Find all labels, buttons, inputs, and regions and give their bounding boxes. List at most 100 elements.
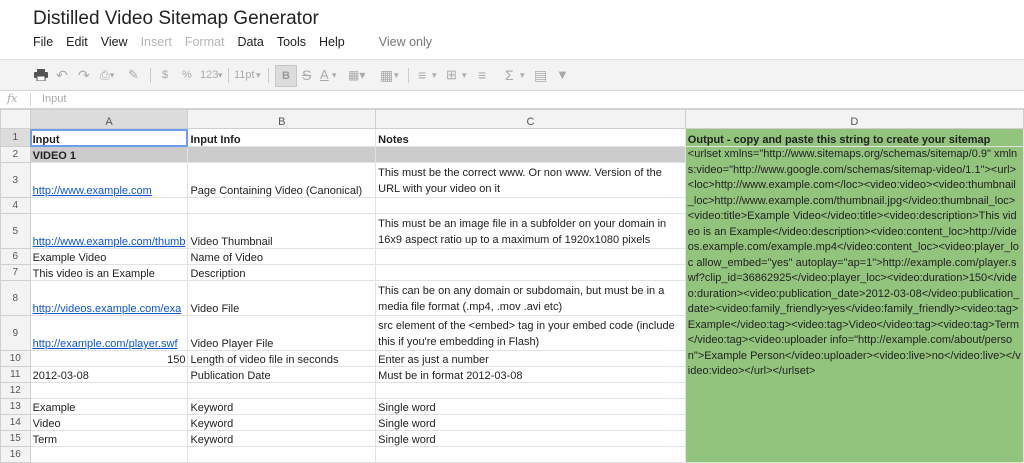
cell-a9[interactable]: http://example.com/player.swf [29, 315, 189, 351]
cell-c7[interactable] [375, 264, 686, 281]
chevron-down-icon[interactable]: ▾ [218, 60, 223, 90]
cell-c16[interactable] [375, 446, 686, 463]
wrap-text-icon[interactable]: ≡ [478, 60, 486, 90]
cell-c3[interactable]: This must be the correct www. Or non www… [375, 162, 686, 198]
cell-b13[interactable]: Keyword [187, 398, 377, 415]
cell-b3[interactable]: Page Containing Video (Canonical) [187, 162, 377, 198]
formula-input[interactable]: Input [42, 93, 66, 105]
insert-chart-icon[interactable]: ▤ [534, 60, 547, 90]
cell-b8[interactable]: Video File [187, 280, 377, 316]
row-header[interactable]: 1 [0, 128, 31, 147]
row-header[interactable]: 3 [0, 162, 31, 198]
cell-c1[interactable]: Notes [375, 128, 686, 147]
output-sitemap-cell[interactable]: <urlset xmlns="http://www.sitemaps.org/s… [684, 146, 1024, 463]
column-header-c[interactable]: C [375, 109, 686, 129]
cell-b11[interactable]: Publication Date [187, 366, 377, 383]
cell-a11[interactable]: 2012-03-08 [29, 366, 189, 383]
cell-c11[interactable]: Must be in format 2012-03-08 [375, 366, 686, 383]
chevron-down-icon[interactable]: ▾ [462, 60, 467, 90]
chevron-down-icon[interactable]: ▾ [394, 60, 399, 90]
currency-format-button[interactable]: $ [162, 60, 168, 90]
redo-icon[interactable]: ↷ [78, 60, 90, 90]
row-header[interactable]: 14 [0, 414, 31, 431]
functions-icon[interactable]: Σ [505, 60, 514, 90]
cell-b9[interactable]: Video Player File [187, 315, 377, 351]
row-header[interactable]: 9 [0, 315, 31, 351]
row-header[interactable]: 16 [0, 446, 31, 463]
cell-a4[interactable] [29, 197, 189, 214]
cell-a7[interactable]: This video is an Example [29, 264, 189, 281]
row-header[interactable]: 13 [0, 398, 31, 415]
print-icon[interactable] [34, 60, 48, 90]
row-header[interactable]: 8 [0, 280, 31, 316]
column-header-a[interactable]: A [29, 109, 189, 129]
cell-a10[interactable]: 150 [29, 350, 189, 367]
row-header[interactable]: 11 [0, 366, 31, 383]
cell-c10[interactable]: Enter as just a number [375, 350, 686, 367]
menu-file[interactable]: File [33, 35, 53, 49]
select-all-corner[interactable] [0, 109, 31, 129]
menu-help[interactable]: Help [319, 35, 345, 49]
cell-c5[interactable]: This must be an image file in a subfolde… [375, 213, 686, 249]
cell-a6[interactable]: Example Video [29, 248, 189, 265]
cell-c13[interactable]: Single word [375, 398, 686, 415]
menu-tools[interactable]: Tools [277, 35, 306, 49]
cell-b2[interactable] [187, 146, 377, 163]
cell-a13[interactable]: Example [29, 398, 189, 415]
menu-edit[interactable]: Edit [66, 35, 88, 49]
cell-c6[interactable] [375, 248, 686, 265]
paint-format-icon[interactable]: ✎ [128, 60, 139, 90]
cell-a3[interactable]: http://www.example.com [29, 162, 189, 198]
cell-a14[interactable]: Video [29, 414, 189, 431]
row-header[interactable]: 7 [0, 264, 31, 281]
cell-a16[interactable] [29, 446, 189, 463]
column-header-b[interactable]: B [187, 109, 377, 129]
chevron-down-icon[interactable]: ▾ [332, 60, 337, 90]
cell-c9[interactable]: src element of the <embed> tag in your e… [375, 315, 686, 351]
column-header-d[interactable]: D [684, 109, 1024, 129]
cell-b6[interactable]: Name of Video [187, 248, 377, 265]
borders-icon[interactable]: ▦ [380, 60, 393, 90]
undo-icon[interactable]: ↶ [56, 60, 68, 90]
row-header[interactable]: 12 [0, 382, 31, 399]
cell-b16[interactable] [187, 446, 377, 463]
cell-a12[interactable] [29, 382, 189, 399]
cell-b14[interactable]: Keyword [187, 414, 377, 431]
cell-a8[interactable]: http://videos.example.com/exa [29, 280, 189, 316]
font-size-select[interactable]: 11pt [234, 60, 255, 90]
cell-c12[interactable] [375, 382, 686, 399]
more-formats-button[interactable]: 123 [200, 60, 218, 90]
text-color-icon[interactable]: A [320, 60, 329, 90]
percent-format-button[interactable]: % [182, 60, 192, 90]
merge-cells-icon[interactable]: ⊞ [446, 60, 457, 90]
align-left-icon[interactable]: ≡ [418, 60, 426, 90]
cell-c8[interactable]: This can be on any domain or subdomain, … [375, 280, 686, 316]
chevron-down-icon[interactable]: ▾ [432, 60, 437, 90]
row-header[interactable]: 2 [0, 146, 31, 163]
strikethrough-icon[interactable]: S [302, 60, 311, 90]
fill-color-icon[interactable]: ▦▾ [348, 60, 365, 90]
cell-c14[interactable]: Single word [375, 414, 686, 431]
chevron-down-icon[interactable]: ▾ [256, 60, 261, 90]
cell-b4[interactable] [187, 197, 377, 214]
row-header[interactable]: 6 [0, 248, 31, 265]
cell-b7[interactable]: Description [187, 264, 377, 281]
cell-b12[interactable] [187, 382, 377, 399]
cell-b5[interactable]: Video Thumbnail [187, 213, 377, 249]
menu-view[interactable]: View [101, 35, 128, 49]
menu-data[interactable]: Data [237, 35, 263, 49]
bold-button[interactable]: B [275, 65, 297, 87]
cell-d1[interactable]: Output - copy and paste this string to c… [684, 128, 1024, 147]
cell-a5[interactable]: http://www.example.com/thumb [29, 213, 189, 249]
cell-a1[interactable]: Input [29, 128, 189, 147]
cell-b10[interactable]: Length of video file in seconds [187, 350, 377, 367]
chevron-down-icon[interactable]: ▾ [520, 60, 525, 90]
filter-icon[interactable]: ▼ [556, 60, 569, 90]
row-header[interactable]: 5 [0, 213, 31, 249]
cell-c2[interactable] [375, 146, 686, 163]
row-header[interactable]: 4 [0, 197, 31, 214]
cell-b1[interactable]: Input Info [187, 128, 377, 147]
print-format-icon[interactable]: ⎙▾ [100, 60, 115, 90]
cell-c4[interactable] [375, 197, 686, 214]
row-header[interactable]: 10 [0, 350, 31, 367]
